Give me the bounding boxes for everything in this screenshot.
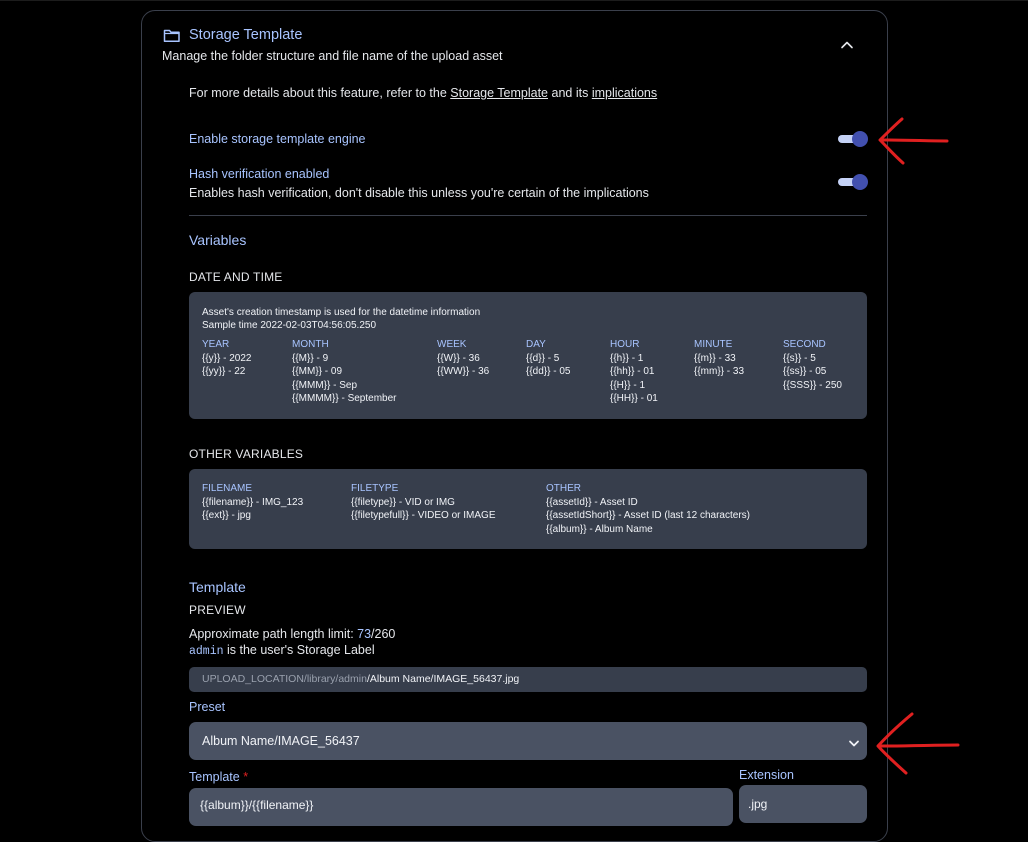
hour-column-header: HOUR — [610, 339, 640, 350]
month-column-values: {{M}} - 9 {{MM}} - 09 {{MMM}} - Sep {{MM… — [292, 353, 397, 404]
annotation-arrow-icon — [876, 712, 960, 775]
other-column-values: {{assetId}} - Asset ID {{assetIdShort}} … — [546, 497, 750, 535]
engine-toggle-label: Enable storage template engine — [189, 132, 366, 146]
hash-toggle-description: Enables hash verification, don't disable… — [189, 186, 649, 200]
sample-time: Sample time 2022-02-03T04:56:05.250 — [202, 320, 377, 331]
filetype-column-values: {{filetype}} - VID or IMG {{filetypefull… — [351, 497, 496, 522]
other-variables-panel: FILENAME {{filename}} - IMG_123 {{ext}} … — [189, 469, 867, 549]
path-length-value: 73 — [357, 627, 372, 641]
hash-toggle-label: Hash verification enabled — [189, 167, 330, 181]
top-divider — [0, 0, 1028, 1]
filename-column-values: {{filename}} - IMG_123 {{ext}} - jpg — [202, 497, 304, 522]
preset-selected-value: Album Name/IMAGE_56437 — [202, 734, 360, 748]
storage-template-card: Storage Template Manage the folder struc… — [141, 10, 888, 842]
storage-label-name: admin — [189, 645, 224, 658]
second-column-header: SECOND — [783, 339, 826, 350]
week-column-header: WEEK — [437, 339, 467, 350]
filename-column-header: FILENAME — [202, 483, 253, 494]
minute-column-values: {{m}} - 33 {{mm}} - 33 — [694, 353, 745, 378]
day-column-values: {{d}} - 5 {{dd}} - 05 — [526, 353, 571, 378]
date-time-panel: Asset's creation timestamp is used for t… — [189, 292, 867, 419]
filetype-column-header: FILETYPE — [351, 483, 399, 494]
preview-path-box: UPLOAD_LOCATION/library/admin/Album Name… — [189, 667, 867, 692]
chevron-down-icon — [848, 737, 860, 751]
other-variables-heading: OTHER VARIABLES — [189, 447, 304, 461]
section-subtitle: Manage the folder structure and file nam… — [162, 49, 503, 63]
other-column-header: OTHER — [546, 483, 581, 494]
storage-label-info: admin is the user's Storage Label — [189, 643, 375, 658]
year-column-values: {{y}} - 2022 {{yy}} - 22 — [202, 353, 252, 378]
details-text: For more details about this feature, ref… — [189, 86, 658, 100]
month-column-header: MONTH — [292, 339, 329, 350]
section-title: Storage Template — [189, 27, 303, 43]
extension-input[interactable]: .jpg — [739, 785, 867, 823]
collapse-chevron-icon[interactable] — [840, 37, 854, 55]
implications-link[interactable]: implications — [592, 86, 657, 100]
minute-column-header: MINUTE — [694, 339, 733, 350]
second-column-values: {{s}} - 5 {{ss}} - 05 {{SSS}} - 250 — [783, 353, 842, 391]
path-length-limit: Approximate path length limit: 73/260 — [189, 627, 396, 641]
storage-template-link[interactable]: Storage Template — [450, 86, 548, 100]
preset-select[interactable]: Album Name/IMAGE_56437 — [189, 722, 867, 760]
year-column-header: YEAR — [202, 339, 230, 350]
engine-toggle[interactable] — [836, 131, 868, 147]
preview-path-base: UPLOAD_LOCATION/library/admin — [202, 673, 367, 685]
divider — [189, 215, 867, 216]
template-heading: Template — [189, 579, 246, 595]
preset-label: Preset — [189, 700, 226, 714]
preview-heading: PREVIEW — [189, 603, 246, 617]
folder-icon — [163, 28, 181, 48]
template-input-label: Template * — [189, 770, 249, 784]
datetime-info: Asset's creation timestamp is used for t… — [202, 307, 481, 318]
day-column-header: DAY — [526, 339, 546, 350]
required-mark: * — [243, 770, 249, 784]
template-input[interactable]: {{album}}/{{filename}} — [189, 788, 733, 826]
preview-path-rest: /Album Name/IMAGE_56437.jpg — [366, 673, 520, 685]
annotation-arrow-icon — [878, 117, 949, 165]
hour-column-values: {{h}} - 1 {{hh}} - 01 {{H}} - 1 {{HH}} -… — [610, 353, 658, 404]
hash-toggle[interactable] — [836, 174, 868, 190]
date-time-heading: DATE AND TIME — [189, 270, 283, 284]
extension-label: Extension — [739, 768, 794, 782]
variables-heading: Variables — [189, 232, 247, 248]
week-column-values: {{W}} - 36 {{WW}} - 36 — [437, 353, 490, 378]
